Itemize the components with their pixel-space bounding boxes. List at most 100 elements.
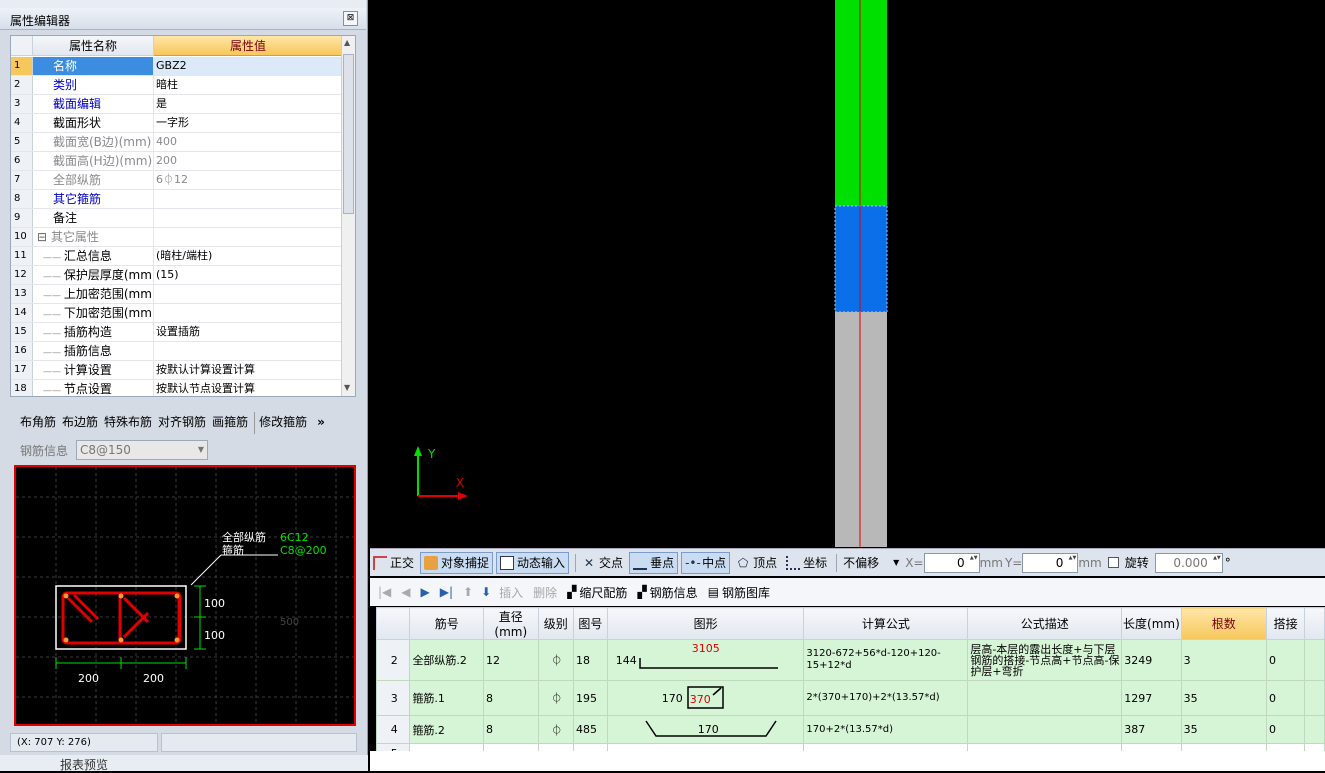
rebar-library-button[interactable]: 钢筋图库 <box>722 584 770 601</box>
property-value[interactable]: 400 <box>154 133 342 151</box>
property-row[interactable]: 3 截面编辑 是 <box>11 95 342 114</box>
cell-desc[interactable] <box>967 715 1123 744</box>
cell-name[interactable]: 全部纵筋.2 <box>409 639 485 681</box>
cell-length[interactable] <box>1121 743 1182 751</box>
property-row[interactable]: 1 名称 GBZ2 <box>11 57 342 76</box>
rotate-input[interactable]: 0.000 <box>1154 552 1223 573</box>
corner-rebar-button[interactable]: 布角筋 <box>20 412 56 434</box>
cell-count[interactable]: 35 <box>1180 715 1267 744</box>
property-value[interactable]: 按默认节点设置计算 <box>154 380 342 396</box>
scroll-thumb[interactable] <box>343 54 354 214</box>
special-rebar-button[interactable]: 特殊布筋 <box>104 412 152 434</box>
cell-length[interactable]: 387 <box>1121 715 1182 744</box>
scale-rebar-button[interactable]: 缩尺配筋 <box>579 584 627 601</box>
property-value[interactable]: 200 <box>154 152 342 170</box>
property-row[interactable]: 8 其它箍筋 <box>11 190 342 209</box>
col-header-shape[interactable]: 图形 <box>606 607 805 640</box>
cell-grade[interactable]: ⏀ <box>537 680 575 716</box>
prev-icon[interactable]: ◀ <box>401 585 410 599</box>
property-row[interactable]: 17 —— 计算设置 按默认计算设置计算 <box>11 361 342 380</box>
property-row[interactable]: 18 —— 节点设置 按默认节点设置计算 <box>11 380 342 396</box>
col-header-count[interactable]: 根数 <box>1180 607 1267 640</box>
cell-diameter[interactable]: 8 <box>483 680 539 716</box>
coordinate-button[interactable]: 坐标 <box>783 552 830 574</box>
property-scrollbar[interactable]: ▲ ▼ <box>341 36 355 396</box>
cell-fig[interactable] <box>573 743 608 751</box>
next-icon[interactable]: ▶ <box>421 585 430 599</box>
property-row[interactable]: 9 备注 <box>11 209 342 228</box>
property-value[interactable]: 6⏀12 <box>154 171 342 189</box>
property-value[interactable] <box>154 190 342 208</box>
midpoint-button[interactable]: -•- 中点 <box>681 551 731 574</box>
col-header-diameter[interactable]: 直径(mm) <box>483 607 539 640</box>
property-row[interactable]: 10 ⊟ 其它属性 <box>11 228 342 247</box>
property-row[interactable]: 11 —— 汇总信息 (暗柱/端柱) <box>11 247 342 266</box>
offset-select[interactable]: 不偏移 ▼ <box>840 552 902 574</box>
col-header-name[interactable]: 筋号 <box>409 607 485 640</box>
x-input[interactable]: 0 <box>923 552 980 573</box>
table-row[interactable]: 3 箍筋.1 8 ⏀ 195 170 370 2*(370+170)+2*(13… <box>376 680 1325 716</box>
cell-count[interactable]: 3 <box>1180 639 1267 681</box>
dynamic-input-button[interactable]: 动态输入 <box>496 551 570 574</box>
table-row[interactable]: 2 全部纵筋.2 12 ⏀ 18 144 3105 3120-672+56*d-… <box>376 639 1325 681</box>
section-drawing-view[interactable]: 全部纵筋 箍筋 6C12 C8@200 200 200 100 100 500 <box>14 465 356 726</box>
insert-button[interactable]: 插入 <box>499 584 523 601</box>
cell-shape[interactable] <box>606 743 805 751</box>
property-value[interactable] <box>154 228 342 246</box>
cell-desc[interactable] <box>967 680 1123 716</box>
cell-desc[interactable] <box>967 743 1123 751</box>
vertex-button[interactable]: ⬠ 顶点 <box>733 552 780 574</box>
cell-diameter[interactable] <box>483 743 539 751</box>
table-row[interactable]: 4 箍筋.2 8 ⏀ 485 170 170+2*(13.57*d) 387 3… <box>376 715 1325 744</box>
cell-grade[interactable]: ⏀ <box>537 715 575 744</box>
modify-stirrup-button[interactable]: 修改箍筋 <box>254 412 307 434</box>
cell-diameter[interactable]: 8 <box>483 715 539 744</box>
rebar-info-select[interactable]: C8@150 ▼ <box>76 440 208 460</box>
cell-desc[interactable]: 层高-本层的露出长度+与下层钢筋的搭接-节点高+节点高-保护层+弯折 <box>967 639 1123 681</box>
cell-name[interactable] <box>409 743 485 751</box>
cell-shape[interactable]: 170 370 <box>606 680 805 716</box>
property-row[interactable]: 16 —— 插筋信息 <box>11 342 342 361</box>
property-row[interactable]: 5 截面宽(B边)(mm) 400 <box>11 133 342 152</box>
report-preview-label[interactable]: 报表预览 <box>60 756 108 773</box>
cell-fig[interactable]: 195 <box>573 680 608 716</box>
property-value[interactable]: 暗柱 <box>154 76 342 94</box>
drawing-canvas[interactable]: Y X <box>370 0 1325 547</box>
scroll-up-icon[interactable]: ▲ <box>344 38 350 47</box>
cell-lap[interactable]: 0 <box>1265 680 1306 716</box>
col-header-grade[interactable]: 级别 <box>537 607 575 640</box>
chevron-down-icon[interactable]: ▼ <box>198 441 204 459</box>
delete-button[interactable]: 删除 <box>533 584 557 601</box>
cell-count[interactable]: 35 <box>1180 680 1267 716</box>
cell-name[interactable]: 箍筋.2 <box>409 715 485 744</box>
property-value[interactable] <box>154 285 342 303</box>
property-value[interactable] <box>154 209 342 227</box>
col-header-name[interactable]: 属性名称 <box>33 36 154 56</box>
property-value[interactable]: 设置插筋 <box>154 323 342 341</box>
property-value[interactable]: 是 <box>154 95 342 113</box>
close-icon[interactable]: ⊠ <box>343 11 358 26</box>
property-value[interactable]: (15) <box>154 266 342 284</box>
move-down-icon[interactable]: ⬇ <box>481 585 491 599</box>
col-header-desc[interactable]: 公式描述 <box>967 607 1123 640</box>
property-row[interactable]: 14 —— 下加密范围(mm) <box>11 304 342 323</box>
col-header-length[interactable]: 长度(mm) <box>1121 607 1182 640</box>
scroll-down-icon[interactable]: ▼ <box>344 383 350 392</box>
cell-diameter[interactable]: 12 <box>483 639 539 681</box>
property-row[interactable]: 6 截面高(H边)(mm) 200 <box>11 152 342 171</box>
align-rebar-button[interactable]: 对齐钢筋 <box>158 412 206 434</box>
cell-name[interactable]: 箍筋.1 <box>409 680 485 716</box>
property-value[interactable]: 一字形 <box>154 114 342 132</box>
ortho-button[interactable]: 正交 <box>370 552 417 574</box>
cell-lap[interactable]: 0 <box>1265 639 1306 681</box>
cell-count[interactable] <box>1180 743 1267 751</box>
property-row[interactable]: 7 全部纵筋 6⏀12 <box>11 171 342 190</box>
property-value[interactable]: 按默认计算设置计算 <box>154 361 342 379</box>
property-row[interactable]: 4 截面形状 一字形 <box>11 114 342 133</box>
perpendicular-button[interactable]: 垂点 <box>629 551 679 574</box>
cell-grade[interactable] <box>537 743 575 751</box>
rotate-checkbox[interactable] <box>1107 557 1119 568</box>
col-header-value[interactable]: 属性值 <box>154 36 342 56</box>
object-snap-button[interactable]: 对象捕捉 <box>420 551 494 574</box>
toolbar-more-icon[interactable]: » <box>317 412 325 434</box>
